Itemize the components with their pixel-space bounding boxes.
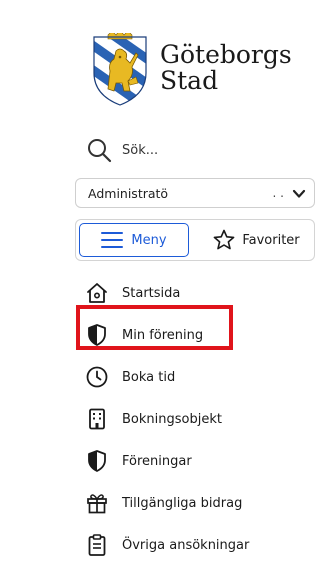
menu-item-label: Tillgängliga bidrag: [122, 495, 243, 511]
clipboard-icon: [84, 532, 110, 558]
search-label: Sök...: [122, 142, 159, 158]
shield-icon: [84, 448, 110, 474]
menu-item-min-forening[interactable]: Min förening: [84, 314, 324, 356]
star-icon: [213, 229, 235, 250]
logo-line-1: Göteborgs: [160, 40, 292, 69]
role-select-value: Administratö: [88, 185, 169, 201]
hamburger-icon: [101, 232, 124, 248]
role-select[interactable]: Administratö . .: [75, 178, 315, 208]
menu-item-label: Bokningsobjekt: [122, 411, 222, 427]
search-button[interactable]: Sök...: [86, 136, 158, 164]
main-menu: Startsida Min förening Boka tid Boknings…: [84, 272, 324, 566]
menu-item-bokningsobjekt[interactable]: Bokningsobjekt: [84, 398, 324, 440]
menu-item-startsida[interactable]: Startsida: [84, 272, 324, 314]
role-select-extra: . .: [272, 186, 284, 200]
gift-icon: [84, 490, 110, 516]
tab-menu[interactable]: Meny: [79, 223, 189, 257]
city-crest-icon: [93, 33, 147, 106]
menu-item-label: Startsida: [122, 285, 181, 301]
menu-item-tillgangliga-bidrag[interactable]: Tillgängliga bidrag: [84, 482, 324, 524]
tab-menu-label: Meny: [131, 232, 167, 248]
menu-item-label: Föreningar: [122, 453, 192, 469]
menu-item-ovriga-ansokningar[interactable]: Övriga ansökningar: [84, 524, 324, 566]
menu-item-label: Boka tid: [122, 369, 176, 385]
logo-wordmark: Göteborgs Stad: [160, 42, 292, 94]
goteborgs-stad-logo[interactable]: Göteborgs Stad: [86, 30, 316, 110]
menu-favorites-tabs: Meny Favoriter: [75, 219, 315, 261]
chevron-down-icon: [292, 189, 306, 198]
tab-favorites-label: Favoriter: [242, 232, 300, 248]
clock-icon: [84, 364, 110, 390]
home-icon: [84, 280, 110, 306]
menu-item-boka-tid[interactable]: Boka tid: [84, 356, 324, 398]
logo-line-2: Stad: [160, 66, 219, 95]
menu-item-label: Övriga ansökningar: [122, 537, 250, 553]
shield-icon: [84, 322, 110, 348]
search-icon: [88, 139, 112, 163]
building-icon: [84, 406, 110, 432]
menu-item-foreningar[interactable]: Föreningar: [84, 440, 324, 482]
menu-item-label: Min förening: [122, 327, 204, 343]
tab-favorites[interactable]: Favoriter: [198, 223, 314, 257]
